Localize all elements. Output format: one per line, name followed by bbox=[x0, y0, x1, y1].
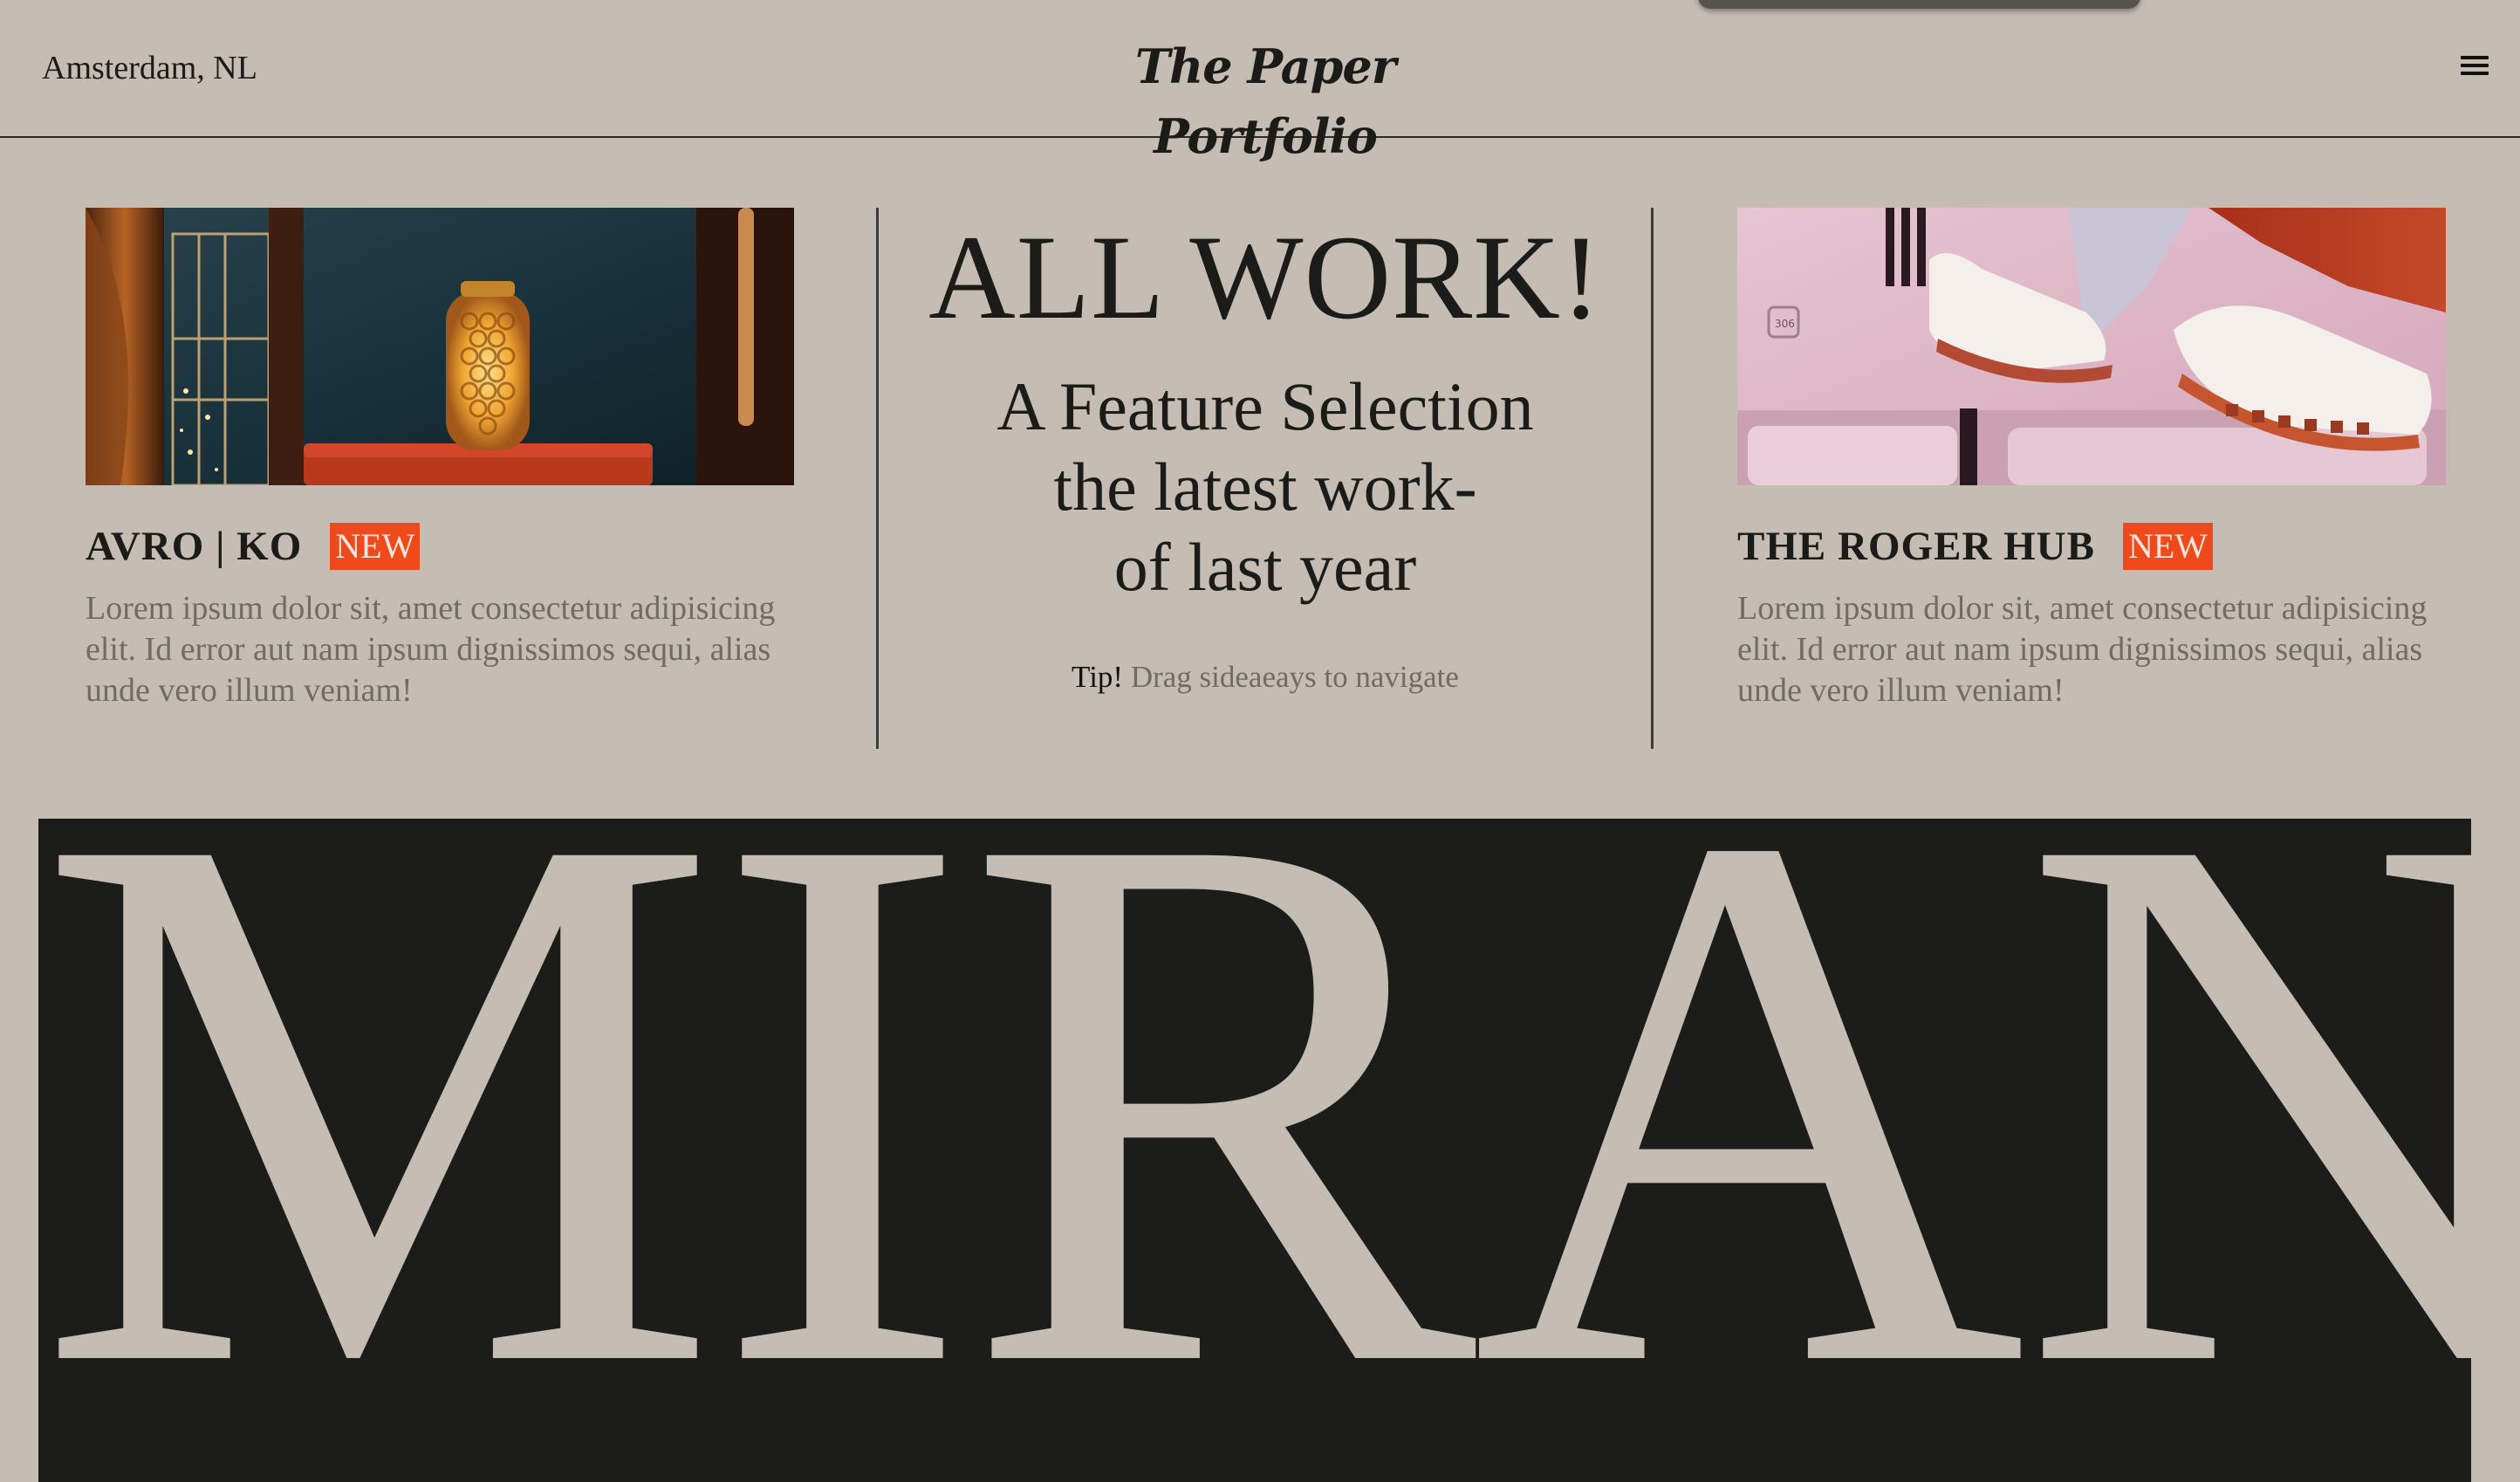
card-title-row: THE ROGER HUB NEW bbox=[1737, 522, 2214, 571]
tip-label: Tip! bbox=[1072, 660, 1124, 694]
brand-logo[interactable]: The Paper Portfolio bbox=[1047, 31, 1483, 171]
page-title: ALL WORK! bbox=[928, 210, 1602, 344]
hero-section: ALL WORK! A Feature Selection the latest… bbox=[881, 208, 1649, 696]
project-description: Lorem ipsum dolor sit, amet consectetur … bbox=[86, 590, 776, 709]
menu-line bbox=[2461, 72, 2489, 75]
card-title-row: AVRO | KO NEW bbox=[86, 522, 421, 571]
menu-line bbox=[2461, 64, 2489, 67]
lantern-photo[interactable] bbox=[86, 208, 794, 485]
column-divider bbox=[1651, 208, 1654, 749]
featured-project-banner[interactable]: MIRAN bbox=[38, 819, 2471, 1482]
lantern-photo-art bbox=[86, 208, 794, 485]
banner-title: MIRAN bbox=[38, 819, 2471, 1482]
project-card-avro-ko[interactable]: AVRO | KO NEW Lorem ipsum dolor sit, ame… bbox=[86, 208, 794, 709]
new-badge: NEW bbox=[330, 523, 421, 570]
project-title[interactable]: AVRO | KO bbox=[86, 522, 302, 571]
navigation-tip: Tip! Drag sideaeays to navigate bbox=[881, 658, 1649, 696]
column-divider bbox=[876, 208, 879, 749]
hero-subtitle: A Feature Selection the latest work- of … bbox=[881, 367, 1649, 607]
subtitle-line: of last year bbox=[1113, 529, 1417, 605]
subtitle-line: the latest work- bbox=[1053, 449, 1477, 525]
locker-number: 306 bbox=[1775, 318, 1795, 330]
new-badge: NEW bbox=[2122, 523, 2214, 570]
sneakers-photo-art: 306 bbox=[1737, 208, 2446, 485]
sneakers-photo[interactable]: 306 bbox=[1737, 208, 2446, 485]
subtitle-line: A Feature Selection bbox=[996, 368, 1534, 444]
project-description: Lorem ipsum dolor sit, amet consectetur … bbox=[1737, 590, 2428, 709]
project-title[interactable]: THE ROGER HUB bbox=[1737, 522, 2095, 571]
hamburger-menu-icon[interactable] bbox=[2461, 51, 2489, 80]
project-card-roger-hub[interactable]: 306 THE ROGER HUB NEW Lorem ipsum dolor … bbox=[1737, 208, 2446, 709]
tip-text: Drag sideaeays to navigate bbox=[1130, 660, 1459, 694]
top-bar: Amsterdam, NL The Paper Portfolio bbox=[0, 0, 2520, 164]
location-label: Amsterdam, NL bbox=[42, 50, 257, 86]
menu-line bbox=[2461, 56, 2489, 59]
